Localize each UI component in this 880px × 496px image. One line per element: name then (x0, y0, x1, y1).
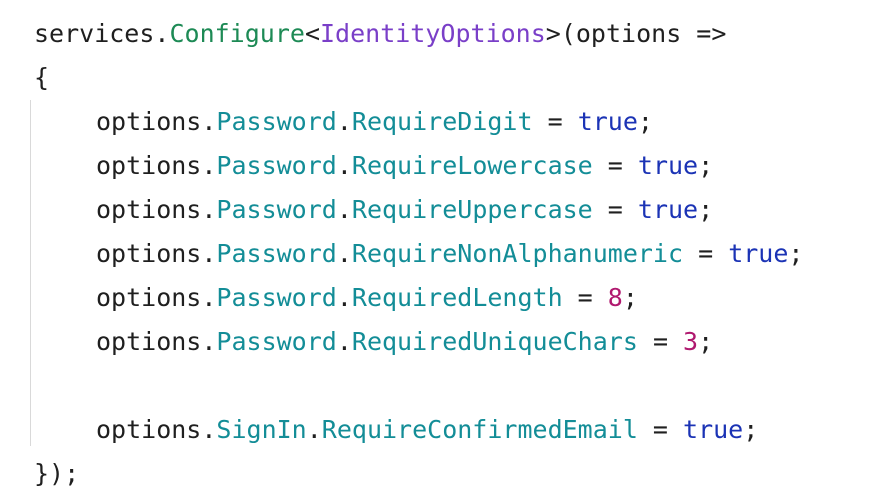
indent-guide (30, 100, 31, 446)
code-token-plain: = (532, 107, 578, 136)
code-token-number: 8 (607, 283, 623, 312)
code-token-plain: ; (698, 327, 714, 356)
code-token-plain: = (562, 283, 608, 312)
code-token-prop: RequiredLength (351, 283, 563, 312)
code-token-keyword: true (637, 195, 699, 224)
code-token-keyword: true (637, 151, 699, 180)
code-token-number: 3 (683, 327, 699, 356)
code-token-method: Configure (169, 19, 305, 48)
code-token-keyword: true (728, 239, 789, 268)
code-line[interactable]: options.Password.RequiredUniqueChars = 3… (96, 320, 713, 364)
code-token-prop: RequireNonAlphanumeric (351, 239, 684, 268)
code-token-plain: < (304, 19, 320, 48)
code-token-prop: Password (216, 283, 337, 312)
code-token-plain: = (637, 327, 684, 356)
code-token-prop: Password (216, 239, 337, 268)
code-token-plain: . (336, 151, 352, 180)
code-token-plain: . (306, 415, 322, 444)
code-token-prop: RequireDigit (351, 107, 533, 136)
code-token-type: IdentityOptions (320, 19, 546, 48)
code-token-plain: ; (622, 283, 638, 312)
code-token-keyword: true (577, 107, 638, 136)
code-token-plain: . (336, 283, 352, 312)
code-token-plain: . (336, 327, 352, 356)
code-token-plain: ; (698, 195, 714, 224)
code-token-plain: options. (96, 327, 217, 356)
code-token-prop: Password (216, 151, 337, 180)
code-line[interactable]: options.Password.RequireNonAlphanumeric … (96, 232, 803, 276)
code-token-plain: options. (96, 239, 217, 268)
code-token-plain: ; (637, 107, 653, 136)
code-token-plain: = (637, 415, 684, 444)
code-token-plain: . (336, 195, 352, 224)
code-line[interactable]: { (34, 56, 49, 100)
code-token-plain: . (336, 239, 352, 268)
code-token-plain: options. (96, 195, 217, 224)
code-token-plain: = (592, 195, 638, 224)
code-token-plain: = (683, 239, 729, 268)
code-token-prop: RequireLowercase (351, 151, 593, 180)
code-token-plain: >(options => (545, 19, 727, 48)
code-token-prop: SignIn (216, 415, 307, 444)
code-line[interactable]: options.Password.RequireDigit = true; (96, 100, 653, 144)
code-line[interactable]: options.Password.RequiredLength = 8; (96, 276, 638, 320)
code-token-prop: Password (216, 327, 337, 356)
code-token-plain: options. (96, 283, 217, 312)
code-token-plain: options. (96, 107, 217, 136)
code-token-plain: options. (96, 151, 217, 180)
code-token-prop: Password (216, 195, 337, 224)
code-token-prop: RequireUppercase (351, 195, 593, 224)
code-token-plain: = (592, 151, 638, 180)
code-token-plain: ; (743, 415, 759, 444)
code-line[interactable]: options.Password.RequireLowercase = true… (96, 144, 713, 188)
code-line[interactable]: services.Configure<IdentityOptions>(opti… (34, 12, 726, 56)
code-token-keyword: true (683, 415, 744, 444)
code-token-plain: ; (788, 239, 804, 268)
code-token-prop: Password (216, 107, 337, 136)
code-token-plain: . (336, 107, 352, 136)
code-line[interactable]: }); (34, 452, 79, 496)
code-line[interactable]: options.SignIn.RequireConfirmedEmail = t… (96, 408, 758, 452)
code-token-plain: ; (698, 151, 714, 180)
code-editor[interactable]: services.Configure<IdentityOptions>(opti… (0, 0, 880, 488)
code-token-plain: { (34, 63, 50, 92)
code-token-plain: options. (96, 415, 217, 444)
code-token-prop: RequiredUniqueChars (351, 327, 638, 356)
code-token-prop: RequireConfirmedEmail (321, 415, 638, 444)
code-line[interactable]: options.Password.RequireUppercase = true… (96, 188, 713, 232)
code-token-plain: services. (34, 19, 170, 48)
